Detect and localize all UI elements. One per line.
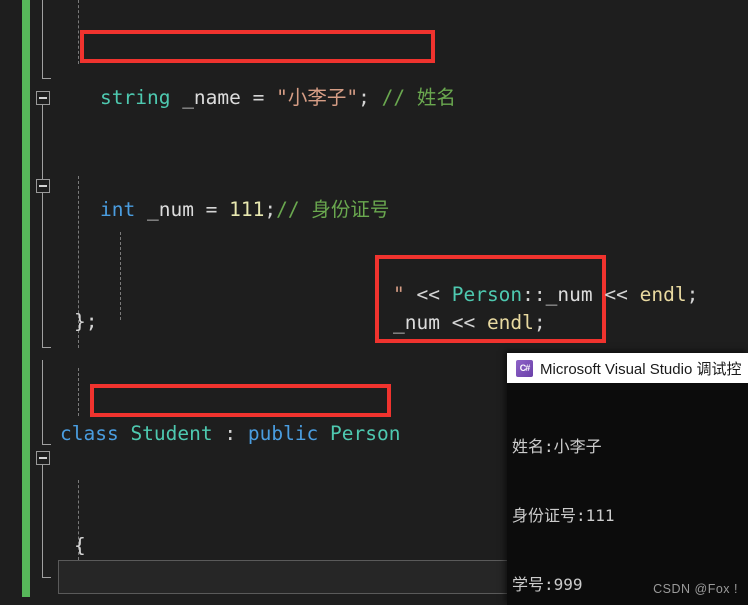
- outline-bracket-line: [42, 193, 43, 347]
- outline-bracket-line: [42, 105, 43, 181]
- console-output-line: 姓名:小李子: [512, 437, 602, 456]
- outline-bracket-line: [42, 0, 43, 78]
- token-keyword: int: [100, 198, 136, 221]
- token-operator: =: [193, 198, 230, 221]
- collapse-toggle-class-student[interactable]: [36, 91, 50, 105]
- token-string-literal: ": [393, 283, 405, 306]
- debug-console-window[interactable]: C# Microsoft Visual Studio 调试控 姓名:小李子 身份…: [507, 353, 748, 605]
- outline-bracket-foot: [42, 347, 51, 348]
- annotation-overlay-code: " << Person::_num << endl; _num << endl;: [379, 259, 698, 339]
- token-punct: ;: [533, 311, 546, 334]
- outline-bracket-line: [42, 360, 43, 444]
- token-operator: =: [240, 86, 277, 109]
- code-line[interactable]: int _num = 111;// 身份证号: [60, 196, 748, 224]
- collapse-toggle-test-function[interactable]: [36, 451, 50, 465]
- token-punct: };: [74, 310, 98, 333]
- token-punct: ;: [686, 283, 699, 306]
- console-title-bar[interactable]: C# Microsoft Visual Studio 调试控: [507, 353, 748, 383]
- token-keyword: class: [60, 422, 119, 445]
- collapse-toggle-print-method[interactable]: [36, 179, 50, 193]
- token-identifier: _num: [393, 311, 440, 334]
- token-operator: <<: [439, 311, 487, 334]
- current-line-highlight: [58, 560, 513, 594]
- token-operator: <<: [592, 283, 640, 306]
- token-type-name: Student: [118, 422, 213, 445]
- token-comment: // 姓名: [369, 86, 456, 109]
- code-line[interactable]: string _name = "小李子"; // 姓名: [60, 84, 748, 112]
- console-output-line: 身份证号:111: [512, 506, 615, 525]
- outline-bracket-foot: [42, 444, 51, 445]
- console-window-title: Microsoft Visual Studio 调试控: [540, 360, 742, 378]
- csdn-watermark: CSDN @Fox !: [653, 582, 738, 596]
- editor-gutter: [0, 0, 22, 605]
- unsaved-changes-bar: [22, 0, 30, 597]
- token-scope-class: Person: [451, 283, 523, 306]
- token-operator: <<: [404, 283, 452, 306]
- token-endl: endl: [639, 283, 687, 306]
- token-punct: {: [74, 534, 86, 557]
- token-punct: ;: [358, 86, 370, 109]
- token-identifier: _num: [545, 283, 593, 306]
- token-punct: ;: [264, 198, 277, 221]
- token-comment: // 身份证号: [276, 198, 390, 221]
- annotation-box-print-body: " << Person::_num << endl; _num << endl;: [375, 255, 698, 343]
- console-output-area[interactable]: 姓名:小李子 身份证号:111 学号:999 D:\code_cpp\text_…: [507, 383, 748, 605]
- token-identifier: _name: [170, 86, 241, 109]
- token-base-class: Person: [318, 422, 401, 445]
- token-scope-resolution: ::: [522, 283, 546, 306]
- token-keyword: public: [247, 422, 319, 445]
- outline-bracket-line: [42, 465, 43, 577]
- token-punct: :: [212, 422, 248, 445]
- token-keyword-type: string: [100, 86, 171, 109]
- visual-studio-icon: C#: [516, 359, 533, 377]
- token-number: 111: [229, 198, 265, 221]
- outlining-column[interactable]: [30, 0, 60, 605]
- token-endl: endl: [486, 311, 534, 334]
- outline-bracket-foot: [42, 78, 51, 79]
- token-string-literal: "小李子": [276, 86, 359, 109]
- token-identifier: _num: [135, 198, 194, 221]
- outline-bracket-foot: [42, 577, 51, 578]
